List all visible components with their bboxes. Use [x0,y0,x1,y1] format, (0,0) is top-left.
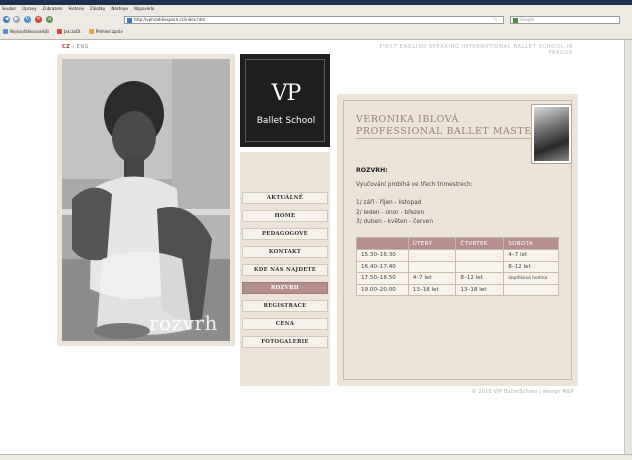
nav-item-home[interactable]: HOME [242,210,328,222]
bookmarks-bar: Nejnavštěvovanější Jak začít Přehled zpr… [0,27,632,36]
table-row: 19.00–20.00 13–18 let 13–18 let [356,283,559,296]
title-line-name: VERONIKA IBLOVÁ [356,114,459,125]
menu-item[interactable]: Soubor [2,6,16,12]
logo-mark: VP [271,81,302,106]
hero-photo-frame: rozvrh [57,54,235,346]
browser-menubar: Soubor Úpravy Zobrazení Historie Záložky… [2,6,154,12]
table-cell: 19.00–20.00 [356,283,409,296]
table-header-row: ÚTERÝ ČTVRTEK SOBOTA [356,237,559,250]
table-cell [455,249,505,262]
table-cell: 13–18 let [407,283,457,296]
table-row: 16.40–17.40 8–12 let [356,260,559,273]
menu-item[interactable]: Nástroje [111,6,128,12]
bookmark-item[interactable]: Jak začít [56,27,81,36]
table-cell: 8–12 let [455,272,505,285]
site-favicon-icon [127,18,132,23]
table-cell: 16.40–17.40 [356,260,409,273]
table-cell: 4–7 let [407,272,457,285]
menu-item[interactable]: Zobrazení [42,6,62,12]
title-line-role: PROFESSIONAL BALLET MASTER [356,126,540,137]
content-panel: VERONIKA IBLOVÁ PROFESSIONAL BALLET MAST… [337,94,578,386]
table-cell [407,260,457,273]
home-icon[interactable]: ⌂ [46,16,53,23]
table-cell: 13–18 let [455,283,505,296]
nav-item-fotogalerie[interactable]: FOTOGALERIE [242,336,328,348]
search-engine-icon [513,18,518,23]
forward-icon[interactable]: ▶ [13,16,20,23]
search-input[interactable]: Google [510,16,620,24]
bookmark-icon [3,29,8,34]
browser-statusbar [0,454,632,460]
table-header [356,237,409,250]
address-text: http://vphraddiespace.cz/index.htm [134,17,206,22]
bookmark-label: Jak začít [63,29,81,34]
bookmark-label: Nejnavštěvovanější [10,29,49,34]
teacher-portrait [531,104,572,164]
reload-icon[interactable]: ↻ [24,16,31,23]
menu-item[interactable]: Záložky [90,6,105,12]
bookmark-star-icon[interactable]: ☆ [493,16,503,24]
language-switch: CZ / ENG [62,44,89,50]
table-cell [503,283,559,296]
term-item: 3/ duben - květen - červen [356,219,433,225]
schedule-heading: ROZVRH: [356,167,388,174]
address-bar[interactable]: http://vphraddiespace.cz/index.htm [124,16,504,24]
lang-en-link[interactable]: ENG [77,44,89,50]
schedule-intro: Vyučování probíhá ve třech trimestrech: [356,182,473,188]
nav-item-kontakt[interactable]: KONTAKT [242,246,328,258]
browser-chrome: Soubor Úpravy Zobrazení Historie Záložky… [0,0,632,40]
main-navigation: AKTUÁLNĚ HOME PEDAGOGOVÉ KONTAKT KDE NÁS… [240,152,330,386]
table-cell [407,249,457,262]
photo-caption: rozvrh [149,311,218,335]
window-titlebar [0,0,632,5]
table-header: ČTVRTEK [455,237,505,250]
logo-frame: VP Ballet School [245,59,325,142]
bookmark-label: Přehled zpráv [95,29,124,34]
logo-name: Ballet School [256,116,316,126]
nav-item-pedagogove[interactable]: PEDAGOGOVÉ [242,228,328,240]
nav-item-cena[interactable]: CENA [242,318,328,330]
table-header: SOBOTA [503,237,559,250]
table-cell: 4–7 let [503,249,559,262]
portrait-image [534,107,569,161]
content-title: VERONIKA IBLOVÁ PROFESSIONAL BALLET MAST… [356,114,539,138]
nav-item-kde-nas-najdete[interactable]: KDE NÁS NAJDETE [242,264,328,276]
term-item: 1/ září - říjen - listopad [356,200,422,206]
menu-item[interactable]: Nápověda [134,6,154,12]
menu-item[interactable]: Historie [68,6,83,12]
vertical-scrollbar[interactable] [624,40,632,460]
site-logo[interactable]: VP Ballet School [240,54,330,147]
menu-item[interactable]: Úpravy [22,6,36,12]
table-row: 15.30–16.30 4–7 let [356,249,559,262]
table-cell: 8–12 let [503,260,559,273]
term-list: 1/ září - říjen - listopad 2/ leden - ún… [356,199,433,228]
stop-icon[interactable]: ✕ [35,16,42,23]
bookmark-icon [56,29,62,34]
term-item: 2/ leden - únor - březen [356,209,425,216]
title-divider [356,138,532,139]
table-cell: 15.30–16.30 [356,249,409,262]
ballerina-illustration [62,59,230,341]
table-cell: doplňková hodina [503,272,559,285]
back-icon[interactable]: ◀ [3,16,10,23]
hero-photo: rozvrh [62,59,230,341]
rss-icon [88,29,94,34]
site-footer: © 2010 VIP BalletSchool / design M&P [471,390,574,395]
nav-item-registrace[interactable]: REGISTRACE [242,300,328,312]
bookmark-item[interactable]: Nejnavštěvovanější [3,27,49,36]
bookmark-item[interactable]: Přehled zpráv [88,27,124,36]
table-cell [455,260,505,273]
table-row: 17.50–18.50 4–7 let 8–12 let doplňková h… [356,272,559,285]
content-frame: VERONIKA IBLOVÁ PROFESSIONAL BALLET MAST… [343,100,572,380]
nav-item-aktualne[interactable]: AKTUÁLNĚ [242,192,328,204]
schedule-table: ÚTERÝ ČTVRTEK SOBOTA 15.30–16.30 4–7 let… [356,237,559,296]
table-cell: 17.50–18.50 [356,272,409,285]
search-placeholder: Google [520,17,535,22]
site-tagline: FIRST ENGLISH SPEAKING INTERNATIONAL BAL… [379,44,573,56]
table-header: ÚTERÝ [407,237,457,250]
nav-item-rozvrh[interactable]: ROZVRH [242,282,328,294]
